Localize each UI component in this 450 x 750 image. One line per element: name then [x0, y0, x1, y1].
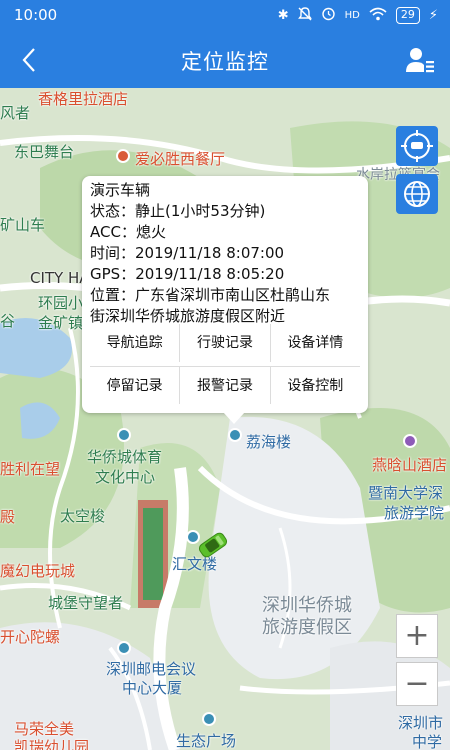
gps-row: GPS：2019/11/18 8:05:20 — [90, 265, 285, 283]
map-label: 深圳邮电会议 — [106, 660, 197, 678]
navigate-track-button[interactable]: 导航追踪 — [90, 324, 179, 362]
vehicle-marker-icon[interactable] — [196, 532, 230, 558]
wifi-icon — [369, 7, 387, 25]
map-label: 太空梭 — [60, 507, 106, 525]
map-label: 开心陀螺 — [0, 628, 61, 646]
map-label: 香格里拉酒店 — [38, 90, 129, 108]
zoom-out-button[interactable]: − — [396, 662, 438, 706]
zoom-in-button[interactable]: + — [396, 614, 438, 658]
restaurant-poi-icon — [116, 149, 130, 163]
acc-row: ACC：熄火 — [90, 223, 166, 241]
map-label: 燕晗山酒店 — [372, 456, 448, 474]
vehicle-info-popup: 演示车辆 状态：静止(1小时53分钟) ACC：熄火 时间：2019/11/18… — [82, 176, 368, 424]
map-label: CITY HA — [30, 269, 90, 287]
map-label: 爱必胜西餐厅 — [135, 150, 226, 168]
charging-icon: ⚡ — [428, 8, 438, 23]
hd-icon: HD — [344, 10, 360, 21]
target-car-icon — [401, 130, 433, 162]
status-row: 状态：静止(1小时53分钟) — [90, 202, 266, 220]
map-label: 中学 — [412, 733, 443, 750]
title-bar: 定位监控 — [0, 32, 450, 88]
map-label: 殿 — [0, 508, 16, 526]
hotel-poi-icon — [403, 434, 417, 448]
device-control-button[interactable]: 设备控制 — [269, 367, 360, 404]
park-poi-icon — [202, 712, 216, 726]
user-list-button[interactable] — [404, 44, 436, 76]
location-row: 位置：广东省深圳市南山区杜鹃山东 — [90, 286, 331, 304]
map-label: 城堡守望者 — [48, 594, 124, 612]
building-poi-icon — [117, 641, 131, 655]
actions-row: 停留记录 报警记录 设备控制 — [90, 366, 360, 404]
vehicle-name: 演示车辆 — [90, 181, 151, 199]
map-label: 荔海楼 — [246, 433, 292, 451]
map-label: 矿山车 — [0, 216, 46, 234]
trip-record-button[interactable]: 行驶记录 — [179, 324, 269, 362]
map-label: 谷 — [0, 312, 16, 330]
map-label: 环园小 — [38, 294, 84, 312]
map-label: 魔幻电玩城 — [0, 562, 76, 580]
map-label: 金矿镇 — [38, 314, 84, 332]
map-label: 胜利在望 — [0, 460, 61, 478]
globe-icon — [404, 181, 430, 207]
status-icons: ✱ HD 29 ⚡ — [278, 6, 438, 25]
popup-actions: 导航追踪 行驶记录 设备详情 停留记录 报警记录 设备控制 — [90, 324, 360, 404]
recenter-button[interactable] — [396, 126, 438, 166]
map-label: 风者 — [0, 104, 31, 122]
building-poi-icon — [228, 428, 242, 442]
device-detail-button[interactable]: 设备详情 — [269, 324, 360, 362]
time-value: 2019/11/18 8:07:00 — [135, 244, 285, 262]
vehicle-info: 演示车辆 状态：静止(1小时53分钟) ACC：熄火 时间：2019/11/18… — [82, 176, 368, 327]
map-label: 东巴舞台 — [14, 143, 75, 161]
stop-record-button[interactable]: 停留记录 — [90, 367, 179, 404]
alarm-icon — [321, 6, 336, 25]
map-label: 凯瑞幼儿园 — [14, 738, 90, 750]
actions-row: 导航追踪 行驶记录 设备详情 — [90, 324, 360, 362]
map-label: 旅游度假区 — [262, 617, 352, 638]
map-label: 旅游学院 — [384, 504, 445, 522]
gps-value: 2019/11/18 8:05:20 — [135, 265, 285, 283]
acc-value: 熄火 — [135, 223, 166, 241]
battery-icon: 29 — [395, 7, 420, 24]
map-label: 华侨城体育 — [87, 448, 163, 466]
sports-poi-icon — [117, 428, 131, 442]
mute-icon — [297, 6, 312, 25]
map-label: 暨南大学深 — [368, 484, 444, 502]
user-list-icon — [406, 48, 434, 73]
map-label: 文化中心 — [95, 468, 156, 486]
map-label: 生态广场 — [176, 732, 237, 750]
layer-button[interactable] — [396, 174, 438, 214]
map-label: 深圳市 — [398, 714, 444, 732]
map-label: 中心大厦 — [122, 679, 183, 697]
alarm-record-button[interactable]: 报警记录 — [179, 367, 269, 404]
location-value: 广东省深圳市南山区杜鹃山东 — [135, 286, 331, 304]
bluetooth-icon: ✱ — [277, 8, 289, 23]
status-bar: 10:00 ✱ HD 29 ⚡ — [0, 0, 450, 32]
page-title: 定位监控 — [181, 50, 269, 74]
time-row: 时间：2019/11/18 8:07:00 — [90, 244, 285, 262]
status-time: 10:00 — [14, 6, 58, 24]
status-value: 静止(1小时53分钟) — [135, 202, 266, 220]
